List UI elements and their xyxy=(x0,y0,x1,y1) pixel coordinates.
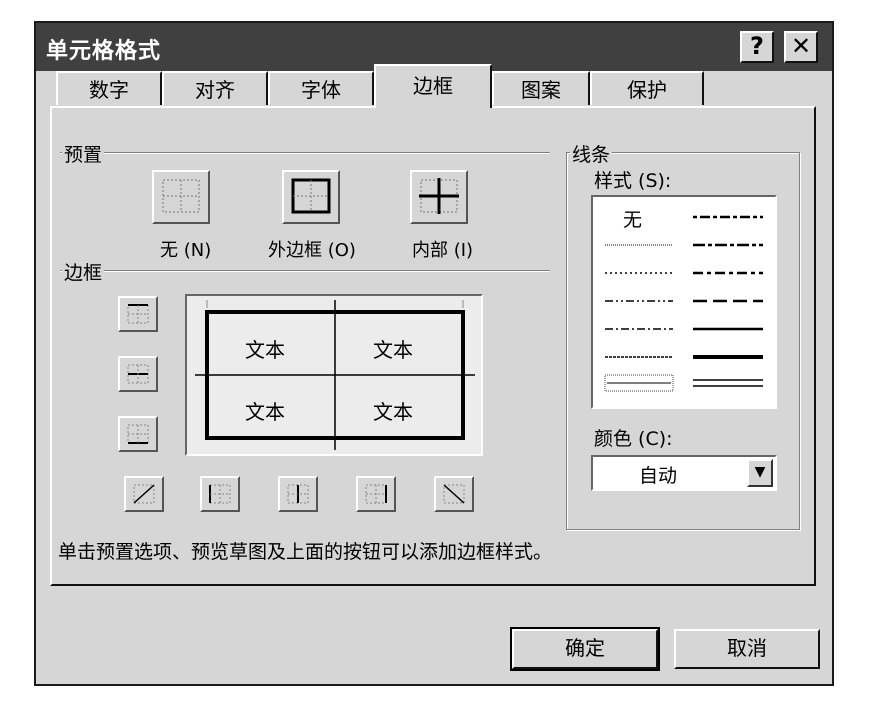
border-diagonal-down-button[interactable] xyxy=(434,476,474,512)
diagonal-up-icon xyxy=(133,484,155,504)
line-group-label: 线条 xyxy=(570,140,613,167)
preview-cell-4: 文本 xyxy=(373,400,413,424)
close-button[interactable]: ✕ xyxy=(784,31,818,63)
border-diagonal-up-button[interactable] xyxy=(124,476,164,512)
cancel-button[interactable]: 取消 xyxy=(674,629,820,669)
tab-pattern[interactable]: 图案 xyxy=(492,71,590,105)
border-preview[interactable]: 文本 文本 文本 文本 xyxy=(185,294,483,456)
color-value: 自动 xyxy=(639,465,678,487)
border-inside-icon xyxy=(419,178,459,214)
preview-cell-3: 文本 xyxy=(245,400,285,424)
border-top-button[interactable] xyxy=(118,296,158,332)
line-style-list[interactable]: 无 xyxy=(591,195,777,409)
preset-none-button[interactable] xyxy=(152,170,210,224)
tab-protection[interactable]: 保护 xyxy=(590,71,704,105)
color-label: 颜色 (C): xyxy=(594,428,673,450)
line-styles-icon xyxy=(604,215,763,392)
border-left-button[interactable] xyxy=(200,476,240,512)
border-top-icon xyxy=(127,304,149,324)
border-none-icon xyxy=(162,179,200,213)
ok-button[interactable]: 确定 xyxy=(510,627,660,671)
chevron-down-icon[interactable]: ▼ xyxy=(747,459,773,487)
border-divider xyxy=(60,270,550,272)
border-bottom-button[interactable] xyxy=(118,416,158,452)
border-right-icon xyxy=(365,484,387,504)
border-group-label: 边框 xyxy=(62,258,105,285)
preview-cell-2: 文本 xyxy=(373,338,413,362)
border-middle-horizontal-button[interactable] xyxy=(118,356,158,392)
preset-outline-button[interactable] xyxy=(282,170,340,224)
color-dropdown[interactable]: 自动 ▼ xyxy=(591,455,777,491)
help-button[interactable]: ? xyxy=(740,31,774,63)
preset-inside-label: 内部 (I) xyxy=(412,240,474,261)
diagonal-down-icon xyxy=(443,484,465,504)
preview-cell-1: 文本 xyxy=(245,338,285,362)
preset-inside-button[interactable] xyxy=(410,170,468,224)
border-inside-vertical-icon xyxy=(287,484,309,504)
tab-font[interactable]: 字体 xyxy=(268,71,374,105)
border-outline-icon xyxy=(291,178,331,214)
presets-group-label: 预置 xyxy=(62,140,105,167)
border-left-icon xyxy=(209,484,231,504)
style-label: 样式 (S): xyxy=(594,170,672,192)
preset-none-label: 无 (N) xyxy=(160,240,212,261)
preset-outline-label: 外边框 (O) xyxy=(268,240,356,261)
dialog-title: 单元格格式 xyxy=(46,39,162,64)
border-inside-horizontal-icon xyxy=(127,364,149,384)
tab-alignment[interactable]: 对齐 xyxy=(162,71,268,105)
border-bottom-icon xyxy=(127,424,149,444)
border-middle-vertical-button[interactable] xyxy=(278,476,318,512)
tab-number[interactable]: 数字 xyxy=(56,71,162,105)
presets-divider xyxy=(60,152,550,154)
border-right-button[interactable] xyxy=(356,476,396,512)
preview-grid-icon xyxy=(195,300,475,450)
hint-text: 单击预置选项、预览草图及上面的按钮可以添加边框样式。 xyxy=(58,541,553,563)
tab-border[interactable]: 边框 xyxy=(374,64,492,108)
